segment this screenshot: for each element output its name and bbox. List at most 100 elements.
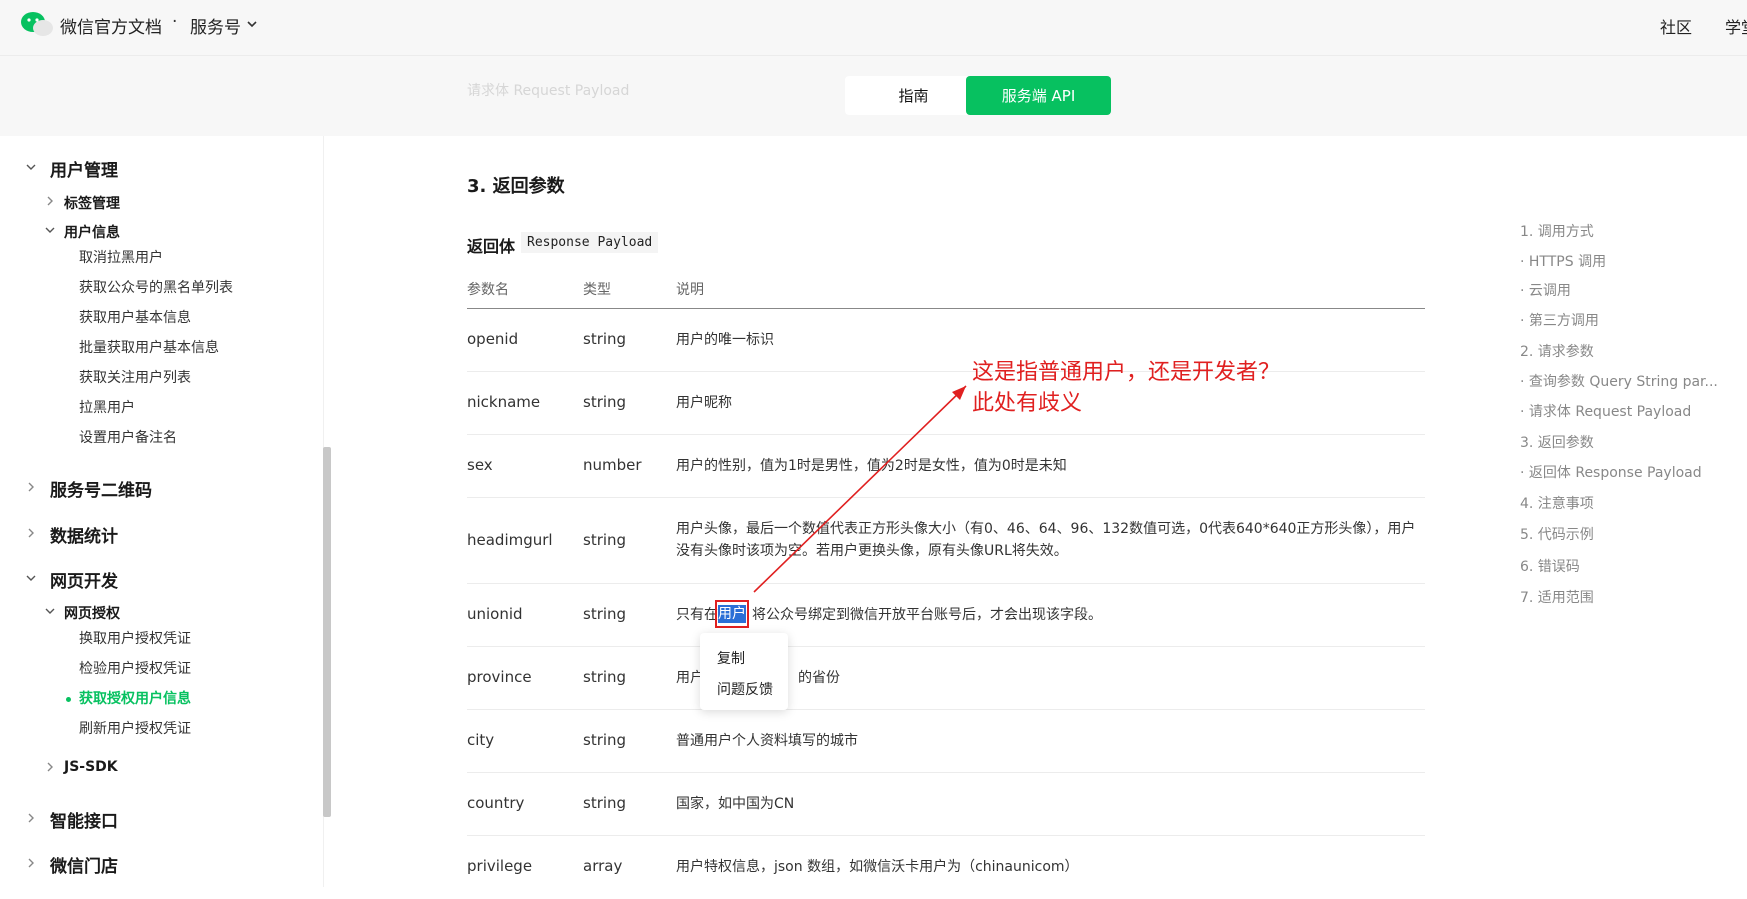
nav-community[interactable]: 社区: [1660, 14, 1692, 38]
table-header: 参数名 类型 说明: [467, 276, 1425, 309]
param-type: array: [583, 857, 623, 875]
sidebar-item-webdev[interactable]: 网页开发: [50, 567, 118, 592]
sidebar-subitem[interactable]: 刷新用户授权凭证: [79, 718, 191, 738]
sidebar-subitem[interactable]: 检验用户授权凭证: [79, 658, 191, 678]
table-row: nickname string 用户昵称: [467, 372, 1425, 435]
annotation-line-1: 这是指普通用户，还是开发者？: [972, 360, 1281, 385]
param-name: sex: [467, 456, 493, 474]
toc-item[interactable]: 4. 注意事项: [1520, 493, 1594, 513]
sidebar-subitem[interactable]: 换取用户授权凭证: [79, 628, 191, 648]
toc-item[interactable]: · 云调用: [1520, 280, 1571, 300]
chevron-right-icon[interactable]: [44, 761, 56, 773]
param-name: nickname: [467, 393, 541, 411]
chevron-down-icon[interactable]: [25, 161, 37, 173]
chevron-down-icon[interactable]: [44, 224, 56, 236]
sidebar-subitem[interactable]: 获取关注用户列表: [79, 367, 191, 387]
toc-item[interactable]: 1. 调用方式: [1520, 221, 1594, 241]
toc-item[interactable]: 7. 适用范围: [1520, 587, 1594, 607]
toc-item[interactable]: · 返回体 Response Payload: [1520, 462, 1702, 482]
toc-item[interactable]: 5. 代码示例: [1520, 524, 1594, 544]
sidebar-item-jssdk[interactable]: JS-SDK: [64, 759, 118, 775]
param-type: string: [583, 531, 627, 549]
table-row: province string 用户 的省份: [467, 647, 1425, 710]
sidebar-item-user-info[interactable]: 用户信息: [64, 222, 120, 242]
param-desc: 只有在 将公众号绑定到微信开放平台账号后，才会出现该字段。: [676, 604, 1426, 626]
sidebar-subitem[interactable]: 拉黑用户: [79, 397, 135, 417]
sidebar-item-qrcode[interactable]: 服务号二维码: [50, 476, 152, 501]
chevron-down-icon[interactable]: [44, 605, 56, 617]
inline-code: Response Payload: [521, 232, 659, 253]
toc-item[interactable]: · HTTPS 调用: [1520, 251, 1606, 271]
context-menu-copy[interactable]: 复制: [717, 648, 745, 668]
param-name: unionid: [467, 605, 523, 623]
toc-item[interactable]: 2. 请求参数: [1520, 341, 1594, 361]
guide-tab-button[interactable]: 指南: [845, 76, 982, 115]
param-desc: 普通用户个人资料填写的城市: [676, 733, 858, 749]
sidebar-subitem[interactable]: 获取用户基本信息: [79, 307, 191, 327]
nav-learn[interactable]: 学堂: [1725, 14, 1747, 38]
active-bullet-icon: [66, 697, 71, 702]
context-menu: 复制 问题反馈: [700, 633, 788, 710]
chevron-right-icon[interactable]: [25, 812, 37, 824]
sidebar-subitem[interactable]: 获取公众号的黑名单列表: [79, 277, 233, 297]
table-row: openid string 用户的唯一标识: [467, 309, 1425, 372]
param-name: city: [467, 731, 495, 749]
sidebar-scrollbar[interactable]: [323, 447, 331, 817]
column-header-desc: 说明: [676, 282, 704, 298]
param-name: province: [467, 668, 532, 686]
column-header-type: 类型: [583, 282, 611, 298]
param-desc: 用户 的省份: [676, 667, 1426, 689]
column-header-name: 参数名: [467, 282, 509, 298]
param-type: number: [583, 456, 642, 474]
sidebar-item-tag-mgmt[interactable]: 标签管理: [64, 193, 120, 213]
toc-item[interactable]: 3. 返回参数: [1520, 432, 1594, 452]
annotation-line-2: 此处有歧义: [972, 391, 1083, 416]
subsection-title: 返回体: [467, 237, 516, 256]
context-menu-feedback[interactable]: 问题反馈: [717, 679, 773, 699]
chevron-right-icon[interactable]: [25, 481, 37, 493]
sidebar-item-smart[interactable]: 智能接口: [50, 807, 118, 832]
annotation-text: 这是指普通用户，还是开发者？ 此处有歧义: [972, 357, 1280, 419]
param-desc: 用户的唯一标识: [676, 332, 774, 348]
sidebar-subitem-active[interactable]: 获取授权用户信息: [79, 688, 191, 708]
sidebar-subitem[interactable]: 批量获取用户基本信息: [79, 337, 219, 357]
server-api-tab-button[interactable]: 服务端 API: [966, 76, 1111, 115]
table-row: city string 普通用户个人资料填写的城市: [467, 710, 1425, 773]
param-name: privilege: [467, 857, 533, 875]
param-desc: 用户的性别，值为1时是男性，值为2时是女性，值为0时是未知: [676, 458, 1067, 474]
sidebar-item-stats[interactable]: 数据统计: [50, 522, 118, 547]
chevron-down-icon[interactable]: [25, 572, 37, 584]
param-name: openid: [467, 330, 519, 348]
chevron-right-icon[interactable]: [25, 527, 37, 539]
table-row: privilege array 用户特权信息，json 数组，如微信沃卡用户为（…: [467, 836, 1425, 899]
toc-item[interactable]: · 请求体 Request Payload: [1520, 401, 1691, 421]
table-row: unionid string 只有在 将公众号绑定到微信开放平台账号后，才会出现该…: [467, 584, 1425, 647]
chevron-right-icon[interactable]: [44, 195, 56, 207]
table-row: headimgurl string 用户头像，最后一个数值代表正方形头像大小（有…: [467, 498, 1425, 584]
selection-highlight-box: [715, 600, 749, 628]
separator-dot: ·: [172, 12, 178, 32]
toc-item[interactable]: · 第三方调用: [1520, 310, 1599, 330]
brand-title[interactable]: 微信官方文档: [60, 13, 162, 38]
param-desc: 国家，如中国为CN: [676, 796, 795, 812]
chevron-right-icon[interactable]: [25, 857, 37, 869]
sidebar-item-web-auth[interactable]: 网页授权: [64, 603, 120, 623]
desc-text: 的省份: [798, 670, 840, 686]
param-desc: 用户头像，最后一个数值代表正方形头像大小（有0、46、64、96、132数值可选…: [676, 521, 1416, 559]
param-type: string: [583, 393, 627, 411]
section-title: 3. 返回参数: [467, 176, 565, 197]
sidebar-subitem[interactable]: 设置用户备注名: [79, 427, 177, 447]
top-bar: 微信官方文档 · 服务号 社区 学堂: [0, 0, 1747, 56]
toc-item[interactable]: 6. 错误码: [1520, 556, 1580, 576]
sidebar-subitem[interactable]: 取消拉黑用户: [79, 247, 163, 267]
chevron-down-icon[interactable]: [246, 18, 258, 30]
service-selector[interactable]: 服务号: [190, 13, 241, 38]
param-type: string: [583, 668, 627, 686]
ghost-heading: 请求体 Request Payload: [467, 83, 630, 99]
param-name: headimgurl: [467, 531, 553, 549]
sidebar-item-user-mgmt[interactable]: 用户管理: [50, 156, 118, 181]
toc-item[interactable]: · 查询参数 Query String par...: [1520, 371, 1718, 391]
sidebar-item-store[interactable]: 微信门店: [50, 852, 118, 877]
wechat-logo-icon[interactable]: [20, 10, 54, 38]
param-name: country: [467, 794, 525, 812]
